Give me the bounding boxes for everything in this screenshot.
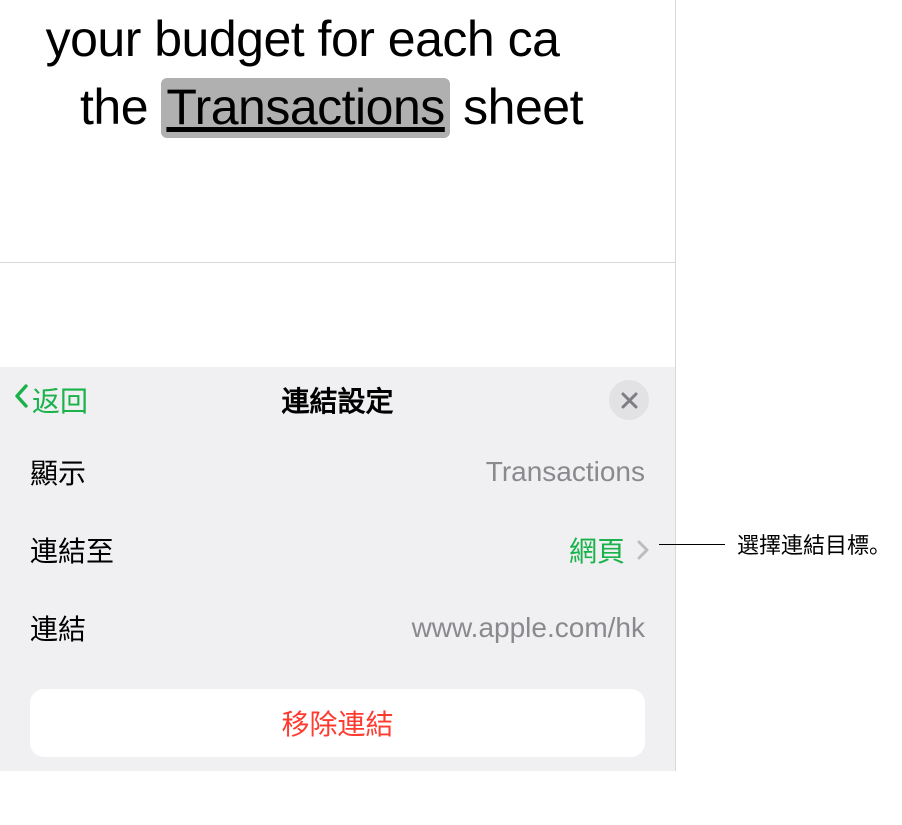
chevron-right-icon [637, 540, 649, 560]
linkto-row-label: 連結至 [30, 530, 114, 570]
link-url-row-value: www.apple.com/hk [412, 612, 645, 644]
panel-title: 連結設定 [281, 380, 393, 420]
callout-annotation: 選擇連結目標。 [659, 528, 891, 560]
close-button[interactable] [609, 380, 649, 420]
callout-leader-line [659, 544, 725, 545]
display-row[interactable]: 顯示 Transactions [0, 433, 675, 511]
remove-link-button[interactable]: 移除連結 [30, 689, 645, 757]
doc-text-fragment[interactable]: sheet [450, 79, 583, 135]
linkto-row[interactable]: 連結至 網頁 [0, 511, 675, 589]
chevron-left-icon [14, 383, 28, 415]
close-icon [621, 392, 638, 409]
link-settings-panel: 返回 連結設定 顯示 Transactions 連結至 網頁 連結 www. [0, 367, 676, 771]
doc-text-fragment[interactable]: your budget for each ca [46, 11, 560, 67]
doc-text-fragment[interactable]: the [80, 79, 161, 135]
back-button[interactable]: 返回 [14, 380, 88, 420]
link-url-row[interactable]: 連結 www.apple.com/hk [0, 589, 675, 667]
link-url-row-label: 連結 [30, 608, 86, 648]
display-row-value: Transactions [486, 456, 645, 488]
panel-detached-gap [0, 263, 676, 367]
linkto-row-value: 網頁 [569, 530, 649, 570]
display-row-label: 顯示 [30, 452, 86, 492]
back-button-label: 返回 [32, 380, 88, 420]
document-text-area[interactable]: your budget for each ca the Transactions… [0, 0, 676, 263]
panel-header: 返回 連結設定 [0, 367, 675, 433]
callout-text: 選擇連結目標。 [737, 528, 891, 560]
selected-hyperlink[interactable]: Transactions [161, 78, 449, 138]
remove-link-label: 移除連結 [281, 703, 393, 743]
